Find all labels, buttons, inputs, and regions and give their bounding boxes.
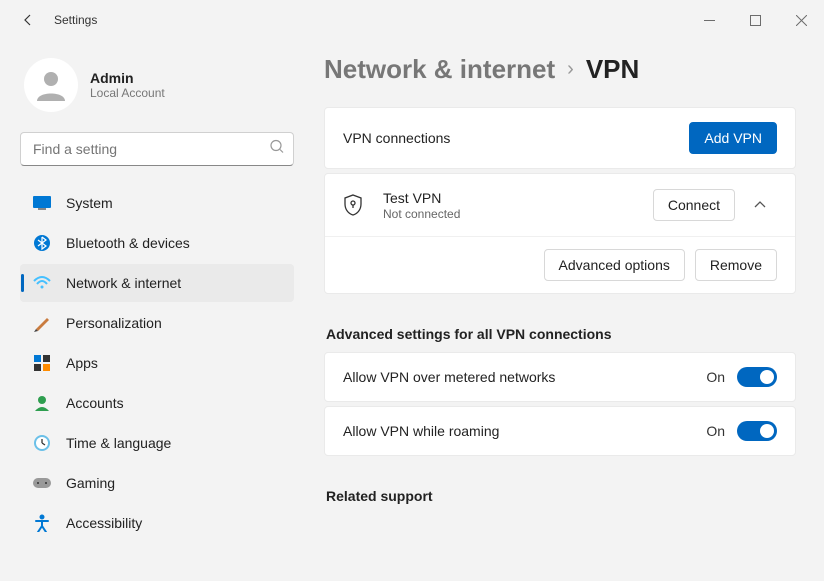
- breadcrumb-parent[interactable]: Network & internet: [324, 54, 555, 85]
- sidebar-item-label: Accounts: [66, 395, 124, 411]
- advanced-section-title: Advanced settings for all VPN connection…: [326, 326, 796, 342]
- chevron-right-icon: ›: [567, 58, 574, 81]
- sidebar-item-accessibility[interactable]: Accessibility: [20, 504, 294, 542]
- sidebar-item-label: System: [66, 195, 113, 211]
- vpn-connections-title: VPN connections: [343, 130, 689, 146]
- accessibility-icon: [32, 513, 52, 533]
- collapse-button[interactable]: [743, 188, 777, 222]
- shield-icon: [343, 194, 363, 216]
- sidebar-item-time[interactable]: Time & language: [20, 424, 294, 462]
- sidebar-item-label: Apps: [66, 355, 98, 371]
- sidebar-item-label: Gaming: [66, 475, 115, 491]
- remove-button[interactable]: Remove: [695, 249, 777, 281]
- sidebar-item-apps[interactable]: Apps: [20, 344, 294, 382]
- search-input[interactable]: [20, 132, 294, 166]
- sidebar-item-label: Accessibility: [66, 515, 142, 531]
- gamepad-icon: [32, 473, 52, 493]
- sidebar-item-accounts[interactable]: Accounts: [20, 384, 294, 422]
- window-title: Settings: [54, 13, 97, 27]
- sidebar-item-bluetooth[interactable]: Bluetooth & devices: [20, 224, 294, 262]
- profile-block[interactable]: Admin Local Account: [20, 48, 294, 132]
- apps-icon: [32, 353, 52, 373]
- sidebar: Admin Local Account System Bluetooth & d…: [0, 40, 310, 581]
- avatar-icon: [24, 58, 78, 112]
- sidebar-item-network[interactable]: Network & internet: [20, 264, 294, 302]
- wifi-icon: [32, 273, 52, 293]
- sidebar-item-label: Bluetooth & devices: [66, 235, 190, 251]
- search-field[interactable]: [20, 132, 294, 166]
- profile-sub: Local Account: [90, 86, 165, 100]
- minimize-button[interactable]: [686, 0, 732, 40]
- brush-icon: [32, 313, 52, 333]
- clock-icon: [32, 433, 52, 453]
- connect-button[interactable]: Connect: [653, 189, 735, 221]
- breadcrumb: Network & internet › VPN: [324, 54, 796, 85]
- sidebar-item-label: Network & internet: [66, 275, 181, 291]
- metered-toggle[interactable]: [737, 367, 777, 387]
- maximize-button[interactable]: [732, 0, 778, 40]
- sidebar-item-label: Time & language: [66, 435, 171, 451]
- accounts-icon: [32, 393, 52, 413]
- page-title: VPN: [586, 54, 639, 85]
- roaming-toggle[interactable]: [737, 421, 777, 441]
- related-section-title: Related support: [326, 488, 796, 504]
- profile-name: Admin: [90, 70, 165, 86]
- connection-status: Not connected: [383, 207, 653, 221]
- bluetooth-icon: [32, 233, 52, 253]
- advanced-options-button[interactable]: Advanced options: [544, 249, 685, 281]
- search-icon: [270, 140, 284, 159]
- system-icon: [32, 193, 52, 213]
- roaming-label: Allow VPN while roaming: [343, 423, 706, 439]
- back-button[interactable]: [18, 10, 38, 30]
- metered-state: On: [706, 369, 725, 385]
- sidebar-item-personalization[interactable]: Personalization: [20, 304, 294, 342]
- metered-label: Allow VPN over metered networks: [343, 369, 706, 385]
- close-button[interactable]: [778, 0, 824, 40]
- sidebar-item-gaming[interactable]: Gaming: [20, 464, 294, 502]
- roaming-state: On: [706, 423, 725, 439]
- connection-name: Test VPN: [383, 190, 653, 206]
- sidebar-item-label: Personalization: [66, 315, 162, 331]
- add-vpn-button[interactable]: Add VPN: [689, 122, 777, 154]
- sidebar-item-system[interactable]: System: [20, 184, 294, 222]
